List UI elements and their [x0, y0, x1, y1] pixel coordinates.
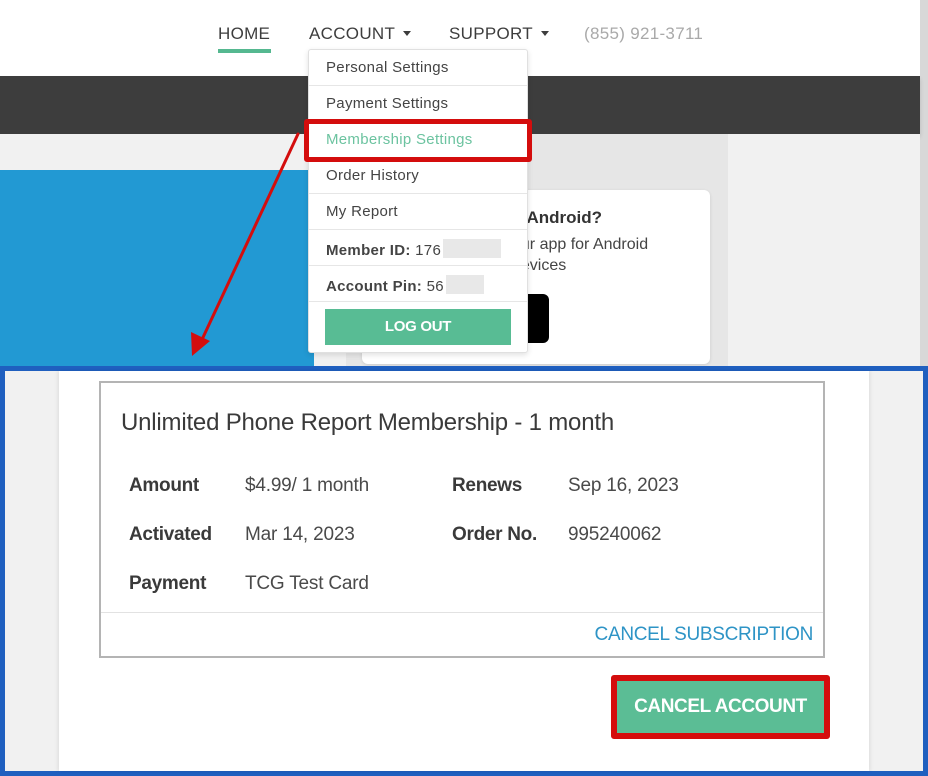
renews-label: Renews [452, 475, 523, 496]
caret-down-icon [403, 31, 412, 36]
activated-label: Activated [129, 524, 212, 545]
android-promo-text: our app for Android devices [512, 236, 649, 274]
logout-button[interactable]: LOG OUT [325, 309, 511, 345]
member-id-label: Member ID: [326, 242, 411, 259]
menu-item-payment-settings[interactable]: Payment Settings [309, 86, 527, 122]
card-divider [101, 612, 823, 613]
nav-support[interactable]: SUPPORT [449, 24, 549, 44]
amount-value: $4.99/ 1 month [245, 475, 369, 496]
nav-home[interactable]: HOME [218, 24, 270, 44]
account-pin-label: Account Pin: [326, 278, 423, 295]
activated-value: Mar 14, 2023 [245, 524, 355, 545]
menu-item-personal-settings[interactable]: Personal Settings [309, 50, 527, 86]
hero-banner [0, 170, 314, 366]
account-pin-row: Account Pin: 56 [309, 266, 527, 302]
order-number-value: 995240062 [568, 524, 662, 545]
member-id-row: Member ID: 176 [309, 230, 527, 266]
cancel-subscription-link[interactable]: CANCEL SUBSCRIPTION [595, 624, 814, 646]
nav-home-active-indicator [218, 49, 271, 53]
payment-value: TCG Test Card [245, 573, 369, 594]
menu-item-my-report[interactable]: My Report [309, 194, 527, 230]
menu-item-membership-settings[interactable]: Membership Settings [309, 122, 527, 158]
page-scrollbar[interactable] [920, 0, 928, 366]
nav-phone-number[interactable]: (855) 921-3711 [584, 24, 703, 44]
member-id-value: 176 [415, 242, 442, 259]
nav-account[interactable]: ACCOUNT [309, 24, 412, 44]
highlight-box-cancel-account: CANCEL ACCOUNT [611, 675, 830, 739]
order-number-label: Order No. [452, 524, 537, 545]
account-pin-value: 56 [426, 278, 444, 295]
membership-card: Unlimited Phone Report Membership - 1 mo… [99, 381, 825, 658]
nav-account-label: ACCOUNT [309, 24, 396, 43]
membership-title: Unlimited Phone Report Membership - 1 mo… [121, 409, 614, 436]
caret-down-icon [540, 31, 549, 36]
redacted-block [443, 239, 502, 258]
payment-label: Payment [129, 573, 207, 594]
cancel-account-button[interactable]: CANCEL ACCOUNT [617, 681, 824, 733]
amount-label: Amount [129, 475, 199, 496]
redacted-block [445, 275, 484, 294]
nav-support-label: SUPPORT [449, 24, 533, 43]
account-dropdown-menu: Personal Settings Payment Settings Membe… [308, 49, 528, 353]
menu-item-order-history[interactable]: Order History [309, 158, 527, 194]
renews-value: Sep 16, 2023 [568, 475, 679, 496]
